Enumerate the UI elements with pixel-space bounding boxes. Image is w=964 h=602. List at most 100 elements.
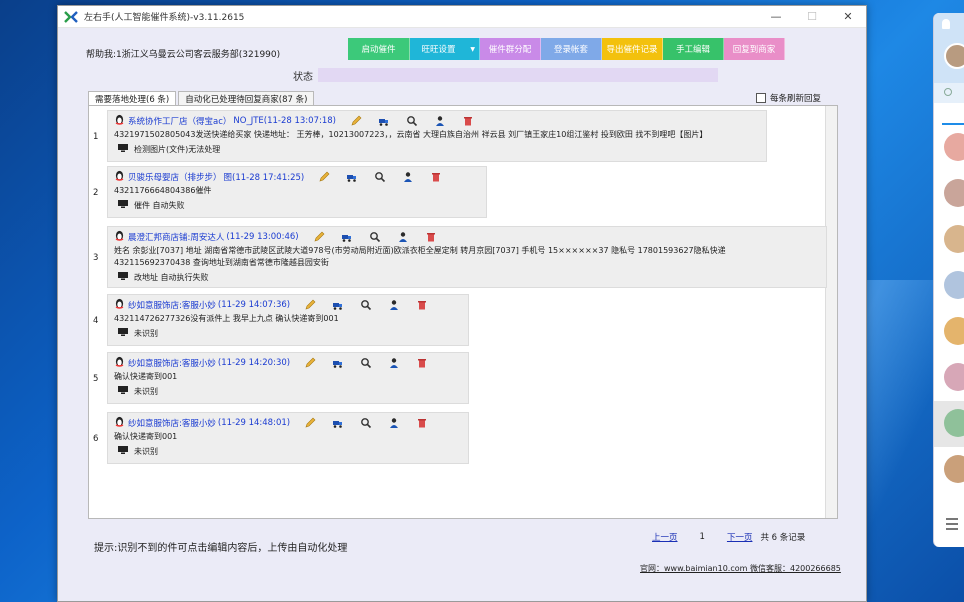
- search-icon[interactable]: [360, 357, 372, 369]
- message-text: 432115692370438 查询地址到湖南省常德市隆越县园安街: [114, 258, 329, 267]
- edit-pencil-icon[interactable]: [350, 115, 362, 127]
- wangwang-settings-button[interactable]: 旺旺设置 ▼: [410, 38, 480, 60]
- person-icon[interactable]: [388, 357, 400, 369]
- start-urging-button[interactable]: 启动催件: [348, 38, 410, 60]
- message-time: (11-29 14:07:36): [217, 300, 291, 310]
- chat-search-box[interactable]: [934, 83, 964, 103]
- avatar: [944, 133, 964, 161]
- person-icon[interactable]: [434, 115, 446, 127]
- shop-name[interactable]: 贝骏乐母婴店（排步步）: [128, 171, 222, 183]
- next-page-link[interactable]: 下一页: [727, 531, 753, 543]
- scrollbar[interactable]: [825, 106, 837, 518]
- truck-icon[interactable]: [332, 357, 344, 369]
- urging-group-assign-button[interactable]: 催件群分配: [480, 38, 541, 60]
- status-bar: [318, 68, 718, 82]
- trash-icon[interactable]: [416, 417, 428, 429]
- message-time: 图(11-28 17:41:25): [223, 173, 305, 183]
- message-card[interactable]: 纱如意服饰店:客服小妙 (11-29 14:48:01) 确认快递寄到001 未识别: [107, 412, 469, 464]
- message-card[interactable]: 纱如意服饰店:客服小妙 (11-29 14:07:36) 4321147262773…: [107, 294, 469, 346]
- message-card[interactable]: 贝骏乐母婴店（排步步） 图(11-28 17:41:25) 432117666480…: [107, 166, 487, 218]
- contact-item[interactable]: [934, 171, 964, 217]
- refresh-option[interactable]: 每条刷新回复: [756, 92, 821, 104]
- shop-name[interactable]: 纱如意服饰店:客服小妙: [128, 357, 216, 369]
- person-icon[interactable]: [397, 231, 409, 243]
- maximize-button[interactable]: ☐: [794, 6, 830, 28]
- prev-page-link[interactable]: 上一页: [652, 531, 678, 543]
- chat-tab[interactable]: [942, 103, 964, 125]
- website-link[interactable]: 官网：www.baimian10.com 微信客服：4200266685: [640, 563, 841, 574]
- search-icon[interactable]: [374, 171, 386, 183]
- message-card[interactable]: 晨澄汇邦商店铺:周安达人 (11-29 13:00:46) 姓名 余彭业[7037]…: [107, 226, 827, 288]
- row-number: 2: [93, 188, 99, 198]
- toolbar: 启动催件 旺旺设置 ▼ 催件群分配 登录帐套 导出催件记录 手工编辑 回复到商家: [348, 38, 785, 60]
- export-records-button[interactable]: 导出催件记录: [602, 38, 663, 60]
- minimize-button[interactable]: —: [758, 6, 794, 28]
- tab-auto-handled[interactable]: 自动化已处理待回复商家(87 条): [178, 91, 315, 105]
- avatar[interactable]: [944, 43, 964, 69]
- title-bar[interactable]: 左右手(人工智能催件系统)-v3.11.2615 — ☐ ✕: [58, 6, 866, 28]
- search-icon: [944, 88, 952, 96]
- person-icon[interactable]: [388, 417, 400, 429]
- bell-icon[interactable]: [942, 19, 950, 29]
- message-card[interactable]: 纱如意服饰店:客服小妙 (11-29 14:20:30) 确认快递寄到001 未识别: [107, 352, 469, 404]
- person-icon[interactable]: [388, 299, 400, 311]
- search-icon[interactable]: [369, 231, 381, 243]
- chat-side-panel: [933, 13, 964, 547]
- tab-strip: 需要落地处理(6 条) 自动化已处理待回复商家(87 条): [88, 91, 316, 105]
- shop-name[interactable]: 纱如意服饰店:客服小妙: [128, 417, 216, 429]
- contact-item[interactable]: [934, 217, 964, 263]
- trash-icon[interactable]: [430, 171, 442, 183]
- truck-icon[interactable]: [378, 115, 390, 127]
- avatar: [944, 225, 964, 253]
- handling-result: 未识别: [134, 386, 158, 396]
- avatar: [944, 317, 964, 345]
- account-label: 帮助我:1浙江义乌曼云公司客云服务部(321990): [86, 50, 281, 60]
- contact-item[interactable]: [934, 309, 964, 355]
- tip-text: 提示:识别不到的件可点击编辑内容后，上传由自动化处理: [94, 543, 348, 554]
- tab-needs-handling[interactable]: 需要落地处理(6 条): [88, 91, 177, 105]
- search-icon[interactable]: [406, 115, 418, 127]
- shop-name[interactable]: 系统协作工厂店（得宝ac）: [128, 115, 231, 127]
- truck-icon[interactable]: [332, 417, 344, 429]
- client-area: 帮助我:1浙江义乌曼云公司客云服务部(321990) 启动催件 旺旺设置 ▼ 催…: [58, 28, 866, 601]
- search-icon[interactable]: [360, 299, 372, 311]
- row-number: 4: [93, 316, 99, 326]
- trash-icon[interactable]: [416, 299, 428, 311]
- menu-icon[interactable]: [946, 518, 958, 533]
- trash-icon[interactable]: [425, 231, 437, 243]
- edit-pencil-icon[interactable]: [318, 171, 330, 183]
- manual-edit-button[interactable]: 手工编辑: [663, 38, 724, 60]
- trash-icon[interactable]: [462, 115, 474, 127]
- edit-pencil-icon[interactable]: [313, 231, 325, 243]
- refresh-checkbox[interactable]: [756, 93, 766, 103]
- wangwang-settings-label: 旺旺设置: [421, 45, 456, 55]
- truck-icon[interactable]: [332, 299, 344, 311]
- edit-pencil-icon[interactable]: [304, 299, 316, 311]
- contact-item[interactable]: [934, 263, 964, 309]
- search-icon[interactable]: [360, 417, 372, 429]
- trash-icon[interactable]: [416, 357, 428, 369]
- row-number: 1: [93, 132, 99, 142]
- message-card[interactable]: 系统协作工厂店（得宝ac） NO_JTE(11-28 13:07:18) 43219…: [107, 110, 767, 162]
- reply-merchant-button[interactable]: 回复到商家: [724, 38, 785, 60]
- edit-pencil-icon[interactable]: [304, 357, 316, 369]
- person-icon[interactable]: [402, 171, 414, 183]
- contact-item[interactable]: [934, 447, 964, 493]
- close-button[interactable]: ✕: [830, 6, 866, 28]
- contact-item[interactable]: [934, 401, 964, 447]
- shop-name[interactable]: 纱如意服饰店:客服小妙: [128, 299, 216, 311]
- message-time: (11-29 14:48:01): [217, 418, 291, 428]
- login-account-button[interactable]: 登录帐套: [541, 38, 602, 60]
- handling-result: 未识别: [134, 328, 158, 338]
- qq-penguin-icon: [114, 298, 128, 312]
- contact-item[interactable]: [934, 125, 964, 171]
- truck-icon[interactable]: [341, 231, 353, 243]
- edit-pencil-icon[interactable]: [304, 417, 316, 429]
- contact-item[interactable]: [934, 355, 964, 401]
- chevron-down-icon[interactable]: ▼: [470, 46, 475, 53]
- shop-name[interactable]: 晨澄汇邦商店铺:周安达人: [128, 231, 224, 243]
- qq-penguin-icon: [114, 230, 128, 244]
- qq-penguin-icon: [114, 416, 128, 430]
- handling-result: 检测图片(文件)无法处理: [134, 144, 221, 154]
- truck-icon[interactable]: [346, 171, 358, 183]
